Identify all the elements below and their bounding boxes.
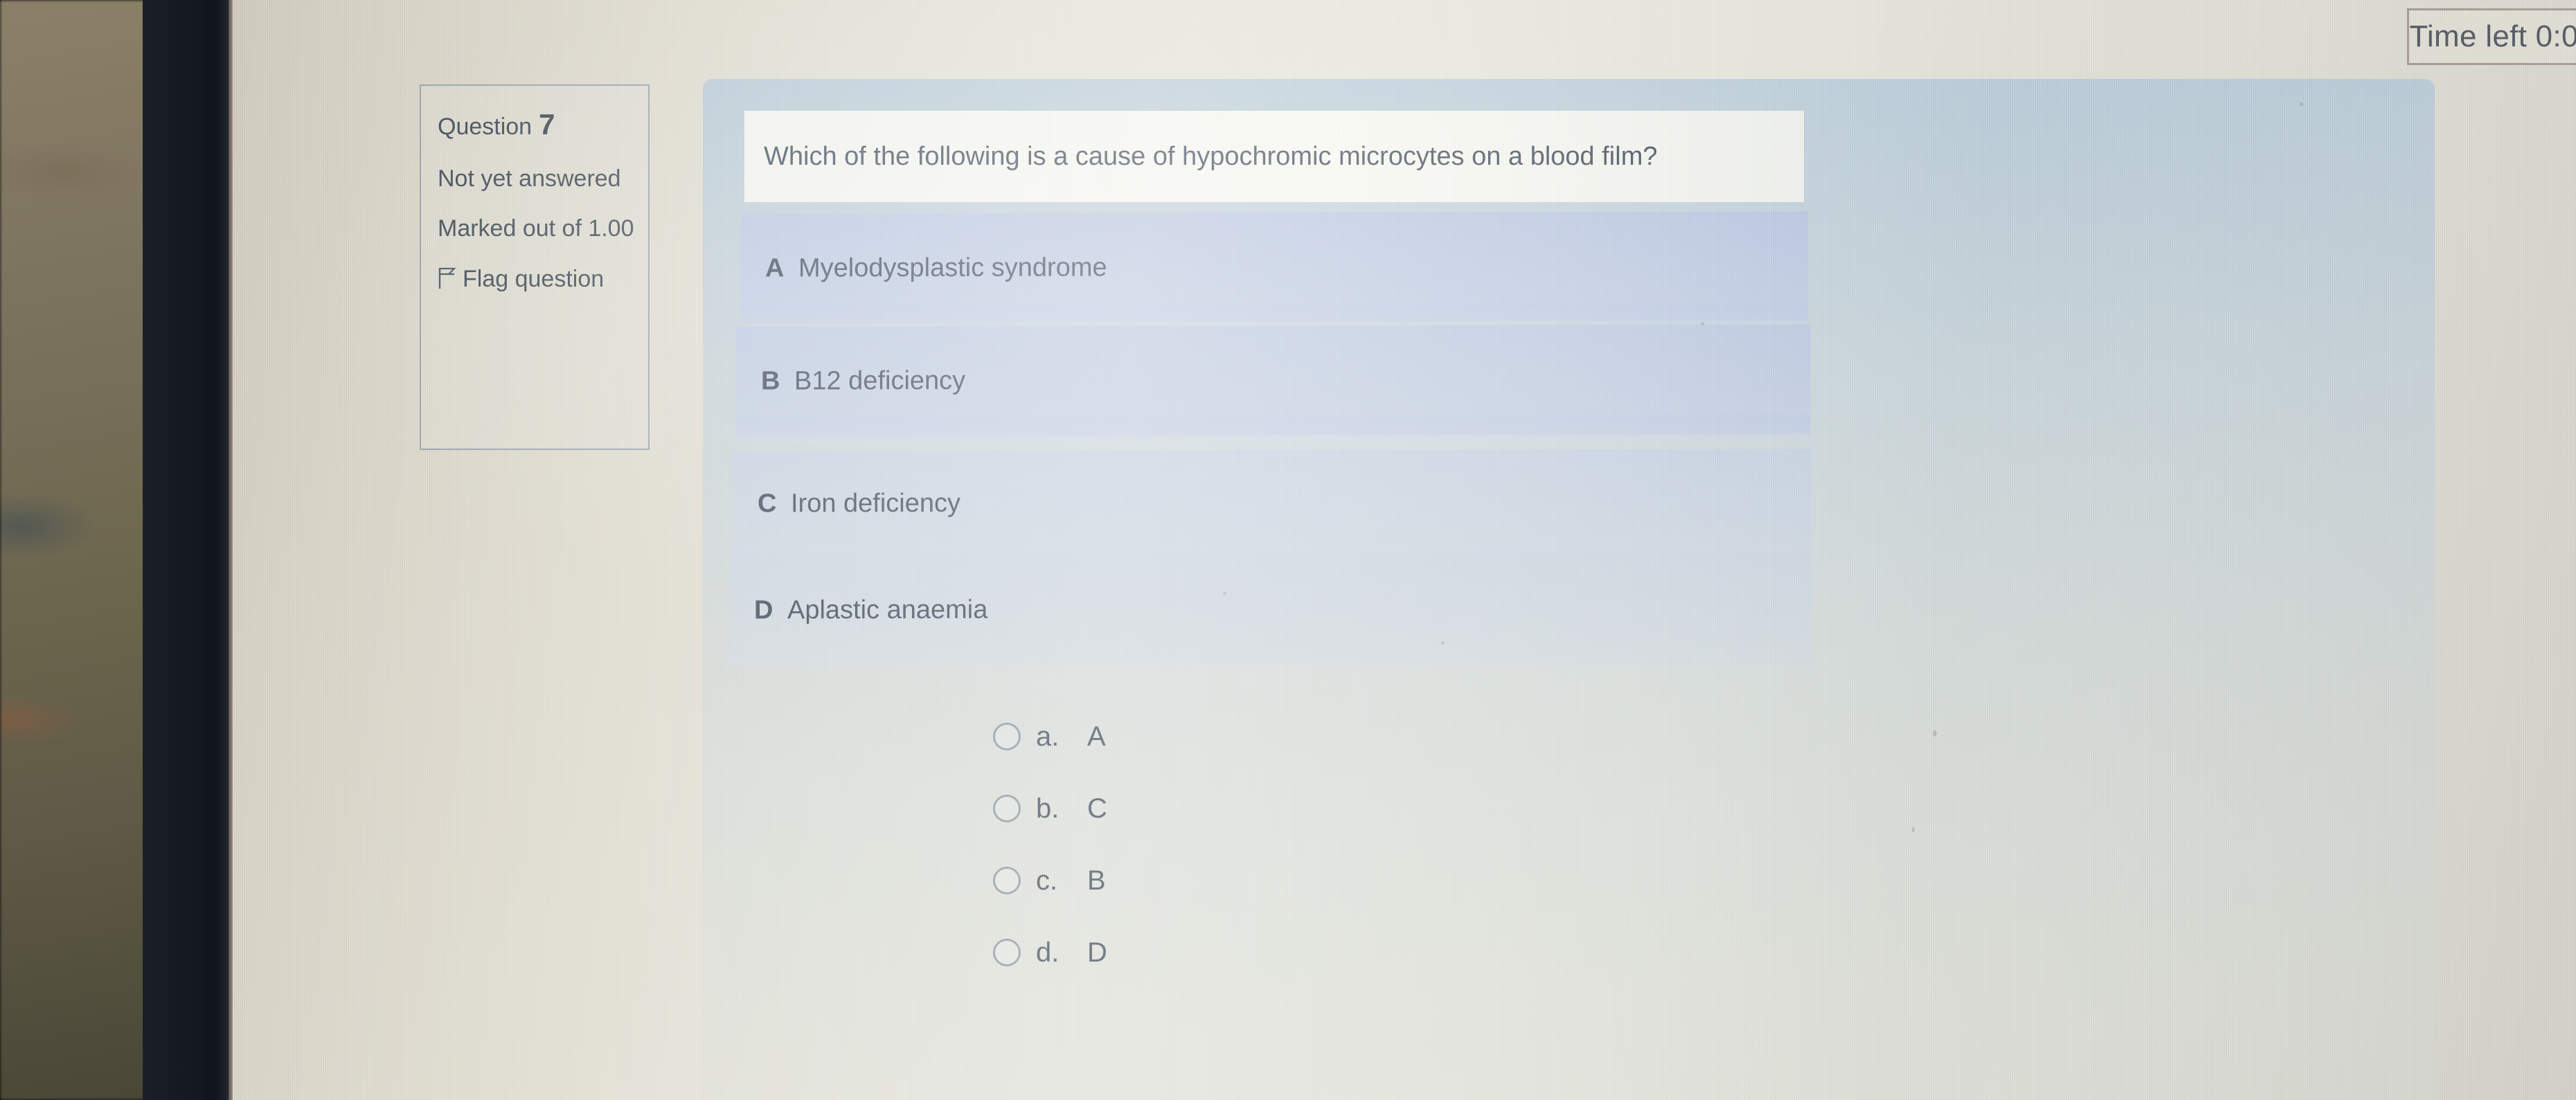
answer-d-key: d. [1036, 937, 1059, 968]
time-left-badge: Time left 0:01:23 [2407, 8, 2576, 65]
radio-c[interactable] [993, 867, 1021, 894]
screen-speck [1441, 641, 1444, 644]
answer-choice-d[interactable]: d. D [993, 937, 1107, 968]
radio-d[interactable] [993, 939, 1021, 966]
option-row-b: B B12 deficiency [736, 324, 1811, 436]
answer-a-key: a. [1036, 721, 1059, 752]
question-stem-text: Which of the following is a cause of hyp… [764, 141, 1658, 171]
option-row-a: A Myelodysplastic syndrome [740, 211, 1808, 323]
answer-choice-a[interactable]: a. A [993, 721, 1107, 752]
option-row-c: C Iron deficiency [733, 449, 1812, 557]
screen-content: Time left 0:01:23 Question7 Not yet answ… [233, 0, 2576, 1100]
question-number-row: Question 7 [438, 107, 648, 143]
screen-speck [1701, 322, 1704, 325]
screen-speck [1933, 730, 1937, 737]
option-b-letter: B [761, 366, 780, 396]
radio-a[interactable] [993, 723, 1021, 750]
question-stem: Which of the following is a cause of hyp… [744, 111, 1804, 202]
question-number: 7 [539, 108, 555, 141]
option-row-d: D Aplastic anaemia [729, 552, 1812, 666]
answer-c-key: c. [1036, 865, 1058, 896]
answer-b-value: C [1087, 793, 1107, 824]
answer-a-value: A [1087, 721, 1106, 752]
question-word: Question [438, 114, 533, 140]
flag-question-link[interactable]: Flag question [438, 264, 648, 294]
question-status: Not yet answered [438, 165, 621, 192]
monitor-photo: Time left 0:01:23 Question7 Not yet answ… [0, 0, 2576, 1100]
answer-d-value: D [1087, 937, 1107, 968]
radio-b[interactable] [993, 795, 1021, 822]
question-info-panel: Question 7 Not yet answered Marked out of… [420, 84, 650, 450]
screen-speck [2300, 102, 2303, 106]
background-desk [0, 0, 147, 1100]
answer-choices-list: a. A b. C c. B d. D [993, 721, 1107, 1009]
answer-choice-b[interactable]: b. C [993, 793, 1107, 824]
option-b-text: B12 deficiency [794, 366, 966, 395]
option-d-letter: D [754, 595, 773, 625]
option-a-text: Myelodysplastic syndrome [798, 253, 1107, 282]
time-left-text: Time left 0:01:23 [2409, 19, 2576, 53]
question-marks: Marked out of 1.00 [438, 215, 634, 242]
option-a-letter: A [765, 253, 785, 283]
answer-b-key: b. [1036, 793, 1059, 824]
screen-speck [1223, 592, 1226, 595]
option-c-text: Iron deficiency [791, 488, 961, 518]
option-c-letter: C [758, 488, 777, 519]
option-d-text: Aplastic anaemia [787, 595, 988, 624]
answer-choice-c[interactable]: c. B [993, 865, 1107, 896]
flag-icon [438, 267, 456, 289]
flag-question-label: Flag question [463, 265, 605, 292]
screen-speck [1912, 827, 1915, 832]
monitor-bezel [143, 0, 234, 1100]
answer-c-value: B [1087, 865, 1106, 896]
